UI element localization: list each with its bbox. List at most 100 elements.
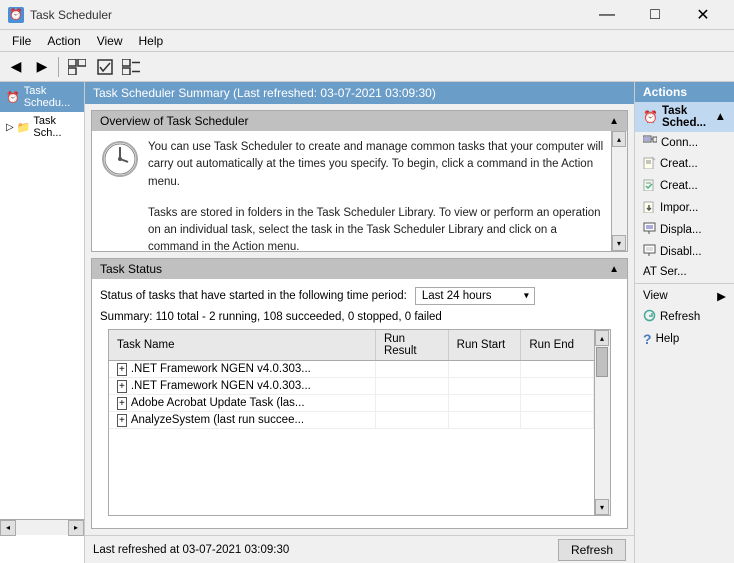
col-task-name: Task Name bbox=[109, 330, 375, 361]
overview-collapse-btn[interactable]: ▲ bbox=[609, 116, 619, 127]
overview-scroll-down[interactable]: ▾ bbox=[612, 235, 626, 251]
action-icon-create1 bbox=[643, 156, 656, 172]
table-scrollbar: ▴ ▾ bbox=[594, 330, 610, 515]
action-item-refresh[interactable]: Refresh bbox=[635, 306, 734, 328]
summary-text: Summary: 110 total - 2 running, 108 succ… bbox=[100, 311, 619, 323]
tree-label: Task Sch... bbox=[33, 115, 78, 139]
status-label: Status of tasks that have started in the… bbox=[100, 290, 407, 302]
action-label-display: Displa... bbox=[660, 224, 726, 236]
time-period-select[interactable]: Last 24 hours Last hour Last 7 days Last… bbox=[415, 287, 535, 305]
task-name-0: +.NET Framework NGEN v4.0.303... bbox=[109, 361, 375, 378]
action-label-disable: Disabl... bbox=[660, 246, 726, 258]
maximize-button[interactable]: □ bbox=[632, 0, 678, 30]
title-bar: ⏰ Task Scheduler — □ ✕ bbox=[0, 0, 734, 30]
action-item-taskscheduler[interactable]: ⏰ Task Sched... ▲ bbox=[635, 102, 734, 132]
action-item-disable[interactable]: Disabl... bbox=[635, 241, 734, 263]
col-run-end: Run End bbox=[521, 330, 594, 361]
menu-view[interactable]: View bbox=[89, 32, 131, 50]
close-button[interactable]: ✕ bbox=[680, 0, 726, 30]
table-scroll-down[interactable]: ▾ bbox=[595, 499, 609, 515]
table-row[interactable]: +Adobe Acrobat Update Task (las... bbox=[109, 395, 594, 412]
action-item-create1[interactable]: Creat... bbox=[635, 153, 734, 175]
table-row[interactable]: +.NET Framework NGEN v4.0.303... bbox=[109, 378, 594, 395]
task-status-header[interactable]: Task Status ▲ bbox=[92, 259, 627, 279]
action-item-display[interactable]: Displa... bbox=[635, 219, 734, 241]
action-item-view[interactable]: View ▶ bbox=[635, 286, 734, 306]
content-header: Task Scheduler Summary (Last refreshed: … bbox=[85, 82, 634, 104]
task-end-1 bbox=[521, 378, 594, 395]
task-name-1: +.NET Framework NGEN v4.0.303... bbox=[109, 378, 375, 395]
task-end-0 bbox=[521, 361, 594, 378]
toolbar: ◀ ▶ bbox=[0, 52, 734, 82]
action-item-conn[interactable]: Conn... bbox=[635, 132, 734, 153]
action-separator bbox=[635, 283, 734, 284]
action-label-import: Impor... bbox=[660, 202, 726, 214]
action-label-view: View bbox=[643, 290, 713, 302]
task-start-3 bbox=[448, 412, 521, 429]
overview-section-header[interactable]: Overview of Task Scheduler ▲ bbox=[92, 111, 627, 131]
toolbar-forward[interactable]: ▶ bbox=[30, 56, 54, 78]
action-label-taskscheduler: Task Sched... bbox=[662, 105, 711, 129]
h-scroll-track bbox=[16, 521, 68, 535]
tree-icon: 📁 bbox=[17, 121, 31, 134]
actions-list: ⏰ Task Sched... ▲ Conn... Creat... bbox=[635, 102, 734, 350]
table-row[interactable]: +.NET Framework NGEN v4.0.303... bbox=[109, 361, 594, 378]
task-table-header-row: Task Name Run Result Run Start Run End bbox=[109, 330, 594, 361]
overview-scroll-up[interactable]: ▴ bbox=[612, 131, 626, 147]
h-scroll-left-btn[interactable]: ◂ bbox=[0, 520, 16, 536]
action-label-atser: AT Ser... bbox=[643, 266, 687, 278]
action-item-create2[interactable]: Creat... bbox=[635, 175, 734, 197]
task-status-content: Status of tasks that have started in the… bbox=[92, 279, 627, 528]
tree-header-icon: ⏰ bbox=[6, 91, 20, 104]
actions-panel: Actions ⏰ Task Sched... ▲ Conn... Creat.… bbox=[634, 82, 734, 563]
task-table-scroll-area: Task Name Run Result Run Start Run End +… bbox=[109, 330, 610, 515]
task-table: Task Name Run Result Run Start Run End +… bbox=[109, 330, 594, 429]
refresh-button[interactable]: Refresh bbox=[558, 539, 626, 561]
plus-icon-1: + bbox=[117, 380, 127, 393]
action-label-conn: Conn... bbox=[661, 137, 726, 149]
task-name-3: +AnalyzeSystem (last run succee... bbox=[109, 412, 375, 429]
menu-action[interactable]: Action bbox=[39, 32, 88, 50]
menu-help[interactable]: Help bbox=[131, 32, 172, 50]
table-scroll-track bbox=[595, 346, 610, 499]
app-icon: ⏰ bbox=[8, 7, 24, 23]
action-item-help[interactable]: ? Help bbox=[635, 328, 734, 350]
table-row[interactable]: +AnalyzeSystem (last run succee... bbox=[109, 412, 594, 429]
actions-panel-header: Actions bbox=[635, 82, 734, 102]
task-status-collapse-btn[interactable]: ▲ bbox=[609, 264, 619, 275]
table-scroll-up[interactable]: ▴ bbox=[595, 330, 609, 346]
task-start-1 bbox=[448, 378, 521, 395]
toolbar-check[interactable] bbox=[93, 56, 117, 78]
action-icon-conn bbox=[643, 135, 657, 150]
menu-file[interactable]: File bbox=[4, 32, 39, 50]
task-start-2 bbox=[448, 395, 521, 412]
action-icon-disable bbox=[643, 244, 656, 260]
content-header-title: Task Scheduler Summary (Last refreshed: … bbox=[93, 86, 436, 100]
overview-text-2: Tasks are stored in folders in the Task … bbox=[148, 205, 607, 251]
task-status-section: Task Status ▲ Status of tasks that have … bbox=[91, 258, 628, 529]
action-arrow-view: ▶ bbox=[717, 289, 726, 303]
plus-icon-3: + bbox=[117, 414, 127, 427]
toolbar-properties[interactable] bbox=[119, 56, 143, 78]
h-scroll-right-btn[interactable]: ▸ bbox=[68, 520, 84, 536]
time-select-wrapper: Last 24 hours Last hour Last 7 days Last… bbox=[415, 287, 535, 305]
last-refreshed-text: Last refreshed at 03-07-2021 03:09:30 bbox=[93, 544, 289, 556]
action-arrow-taskscheduler: ▲ bbox=[715, 111, 726, 123]
overview-scroll-track bbox=[612, 147, 627, 235]
task-result-0 bbox=[375, 361, 448, 378]
toolbar-back[interactable]: ◀ bbox=[4, 56, 28, 78]
action-icon-help: ? bbox=[643, 331, 652, 347]
action-icon-import bbox=[643, 200, 656, 216]
tree-item-taskscheduler[interactable]: ▷ 📁 Task Sch... bbox=[0, 112, 84, 142]
action-label-help: Help bbox=[656, 333, 726, 345]
table-scroll-thumb[interactable] bbox=[596, 347, 608, 377]
plus-icon-0: + bbox=[117, 363, 127, 376]
action-label-create1: Creat... bbox=[660, 158, 726, 170]
minimize-button[interactable]: — bbox=[584, 0, 630, 30]
toolbar-show[interactable] bbox=[63, 56, 91, 78]
tree-header-label: Task Schedu... bbox=[24, 85, 78, 109]
menu-bar: File Action View Help bbox=[0, 30, 734, 52]
action-item-atser[interactable]: AT Ser... bbox=[635, 263, 734, 281]
action-item-import[interactable]: Impor... bbox=[635, 197, 734, 219]
tree-arrow: ▷ bbox=[6, 122, 14, 133]
